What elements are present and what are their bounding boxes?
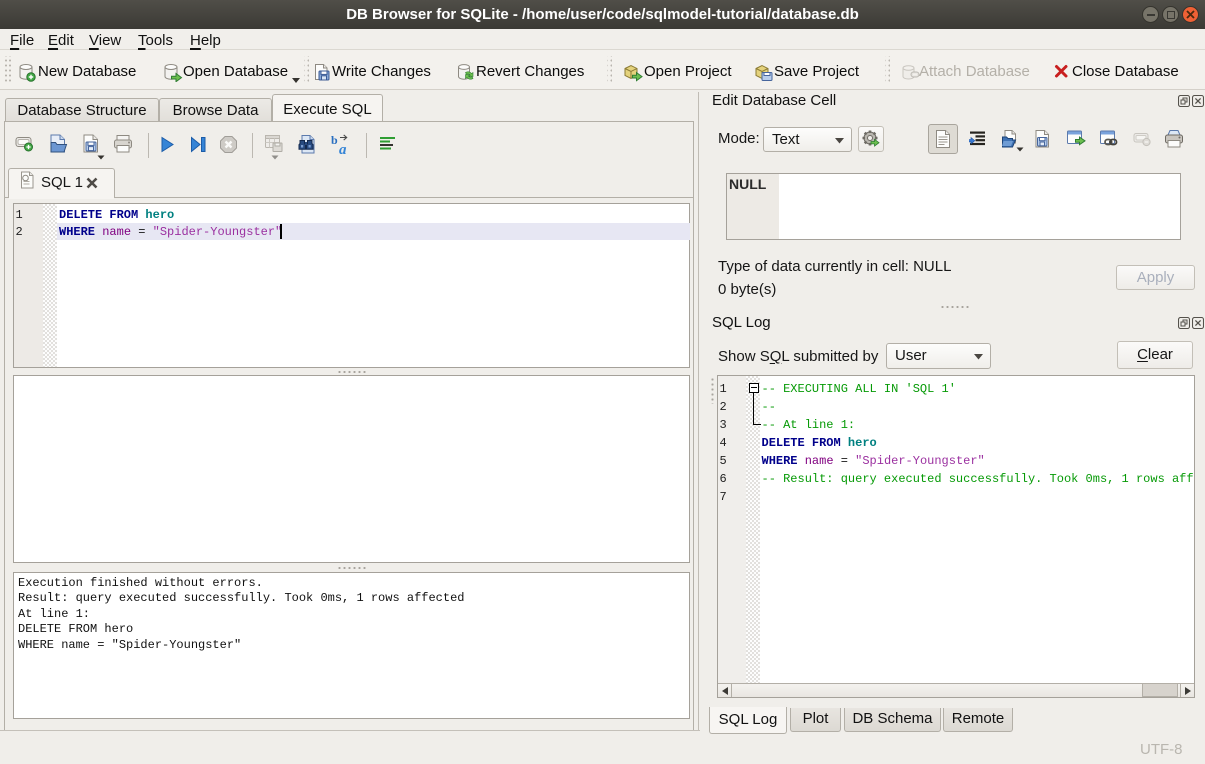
svg-text:a: a <box>339 142 347 155</box>
svg-text:b: b <box>331 133 338 147</box>
